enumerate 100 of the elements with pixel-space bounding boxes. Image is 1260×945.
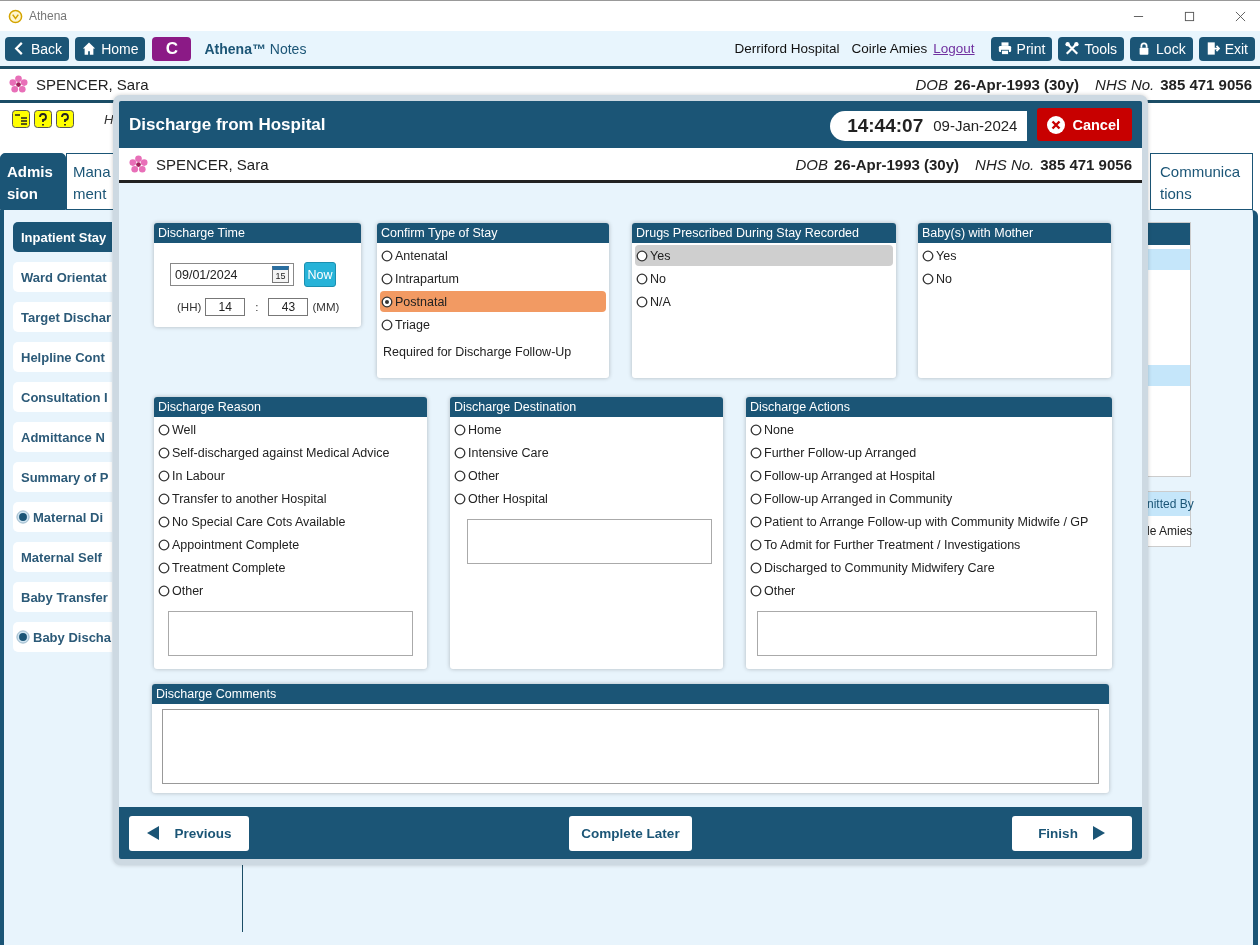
sidebar-item[interactable]: Baby Transfer (13, 582, 112, 612)
radio-option[interactable]: Patient to Arrange Follow-up with Community Midwife / GP (749, 511, 1109, 532)
radio-icon (636, 249, 648, 262)
radio-option[interactable]: None (749, 419, 1109, 440)
sidebar-item[interactable]: Summary of P (13, 462, 112, 492)
help-icon[interactable] (56, 110, 74, 128)
radio-option[interactable]: Transfer to another Hospital (157, 488, 424, 509)
sidebar-item[interactable]: Inpatient Stay (13, 222, 112, 252)
close-icon[interactable] (1235, 10, 1246, 22)
radio-option[interactable]: To Admit for Further Treatment / Investigations (749, 534, 1109, 555)
panel-title: Confirm Type of Stay (377, 223, 609, 243)
nhs-label: NHS No. (975, 155, 1035, 173)
tools-button[interactable]: Tools (1058, 36, 1125, 61)
radio-icon (381, 249, 393, 262)
panel-title: Discharge Destination (450, 397, 723, 417)
print-button[interactable]: Print (990, 36, 1053, 61)
radio-option[interactable]: Follow-up Arranged at Hospital (749, 465, 1109, 486)
sidebar-item[interactable]: Target Dischar (13, 302, 112, 332)
radio-icon (158, 446, 170, 459)
question-list-icon[interactable] (12, 110, 30, 128)
panel-title: Discharge Actions (746, 397, 1112, 417)
radio-icon (454, 492, 466, 505)
radio-option[interactable]: No (635, 268, 893, 289)
panel-title: Baby(s) with Mother (918, 223, 1111, 243)
radio-icon (750, 469, 762, 482)
radio-option[interactable]: Treatment Complete (157, 557, 424, 578)
radio-icon (158, 561, 170, 574)
note-text: Required for Discharge Follow-Up (382, 344, 573, 361)
home-icon (82, 41, 97, 56)
patient-name: SPENCER, Sara (156, 155, 269, 173)
home-button[interactable]: Home (75, 36, 146, 61)
radio-option[interactable]: Other (749, 580, 1109, 601)
sidebar-item[interactable]: Consultation I (13, 382, 112, 412)
radio-option[interactable]: Well (157, 419, 424, 440)
sidebar-item[interactable]: Admittance N (13, 422, 112, 452)
radio-icon (158, 423, 170, 436)
radio-option[interactable]: Antenatal (380, 245, 606, 266)
radio-icon (636, 272, 648, 285)
c-button[interactable]: C (152, 36, 192, 61)
radio-option[interactable]: In Labour (157, 465, 424, 486)
radio-icon (750, 584, 762, 597)
dialog-title: Discharge from Hospital (129, 114, 326, 135)
sidebar-item[interactable]: Ward Orientat (13, 262, 112, 292)
radio-option[interactable]: Postnatal (380, 291, 606, 312)
radio-option[interactable]: Other Hospital (453, 488, 720, 509)
flower-icon (129, 154, 148, 174)
radio-option[interactable]: Other (453, 465, 720, 486)
logout-link[interactable]: Logout (933, 41, 975, 56)
calendar-icon[interactable]: 15 (272, 266, 289, 283)
radio-option[interactable]: Home (453, 419, 720, 440)
comments-text-area[interactable] (162, 709, 1099, 784)
sidebar-item[interactable]: Maternal Di (13, 502, 112, 532)
back-button[interactable]: Back (5, 36, 70, 61)
radio-option[interactable]: Self-discharged against Medical Advice (157, 442, 424, 463)
hospital-name: Derriford Hospital (734, 41, 840, 56)
exit-button[interactable]: Exit (1198, 36, 1255, 61)
hour-field[interactable]: 14 (205, 298, 246, 316)
radio-option[interactable]: Intrapartum (380, 268, 606, 289)
radio-option[interactable]: Discharged to Community Midwifery Care (749, 557, 1109, 578)
radio-option[interactable]: N/A (635, 291, 893, 312)
lock-button[interactable]: Lock (1130, 36, 1193, 61)
radio-option[interactable]: Yes (921, 245, 1108, 266)
radio-icon (750, 423, 762, 436)
tab[interactable]: Admis sion (0, 153, 66, 210)
cancel-button[interactable]: Cancel (1037, 108, 1132, 141)
radio-option[interactable]: Yes (635, 245, 893, 266)
maximize-icon[interactable] (1184, 10, 1195, 22)
nhs-value: 385 471 9056 (1040, 155, 1132, 173)
radio-icon (922, 272, 934, 285)
time-separator: : (255, 301, 259, 313)
radio-option[interactable]: Intensive Care (453, 442, 720, 463)
help-icon[interactable] (34, 110, 52, 128)
minute-field[interactable]: 43 (268, 298, 309, 316)
date-field[interactable]: 09/01/2024 15 (170, 263, 294, 286)
complete-later-button[interactable]: Complete Later (569, 815, 692, 851)
tab[interactable]: Communica tions (1150, 153, 1253, 210)
radio-option[interactable]: Other (157, 580, 424, 601)
panel-title: Drugs Prescribed During Stay Recorded (632, 223, 896, 243)
radio-icon (16, 510, 30, 524)
radio-option[interactable]: No (921, 268, 1108, 289)
sidebar-item[interactable]: Helpline Cont (13, 342, 112, 372)
panel-title: Discharge Reason (154, 397, 427, 417)
radio-option[interactable]: Appointment Complete (157, 534, 424, 555)
radio-option[interactable]: No Special Care Cots Available (157, 511, 424, 532)
finish-button[interactable]: Finish (1012, 815, 1132, 851)
radio-icon (158, 492, 170, 505)
previous-button[interactable]: Previous (129, 815, 249, 851)
radio-option[interactable]: Triage (380, 314, 606, 335)
dob-value: 26-Apr-1993 (30y) (954, 76, 1080, 93)
radio-icon (750, 446, 762, 459)
sidebar-item[interactable]: Baby Discha (13, 622, 112, 652)
radio-icon (158, 469, 170, 482)
radio-option[interactable]: Follow-up Arranged in Community (749, 488, 1109, 509)
dob-label: DOB (915, 76, 948, 93)
radio-icon (454, 469, 466, 482)
dob-value: 26-Apr-1993 (30y) (834, 155, 960, 173)
dob-label: DOB (795, 155, 828, 173)
app-logo-icon (8, 8, 23, 24)
sidebar-item[interactable]: Maternal Self (13, 542, 112, 572)
radio-option[interactable]: Further Follow-up Arranged (749, 442, 1109, 463)
